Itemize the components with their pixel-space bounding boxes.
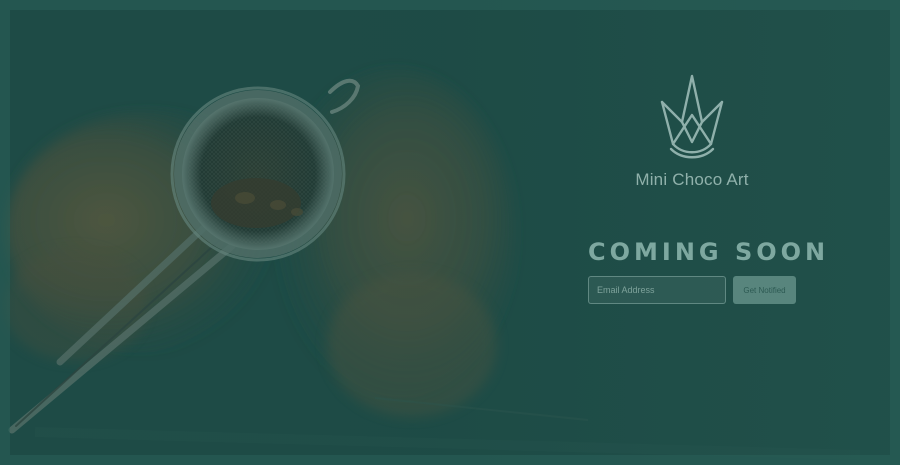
background-image <box>0 0 900 465</box>
get-notified-button[interactable]: Get Notified <box>733 276 796 304</box>
email-field[interactable] <box>589 277 729 303</box>
email-field-wrapper <box>588 276 729 304</box>
brand-name: Mini Choco Art <box>635 170 749 189</box>
crown-icon <box>660 74 724 159</box>
background-photo <box>0 0 900 465</box>
brand-block: Mini Choco Art <box>590 72 794 190</box>
coming-soon-heading: COMING SOON <box>588 238 830 266</box>
coming-soon-page: Mini Choco Art COMING SOON Get Notified <box>0 0 900 465</box>
notify-form: Get Notified <box>588 276 798 304</box>
